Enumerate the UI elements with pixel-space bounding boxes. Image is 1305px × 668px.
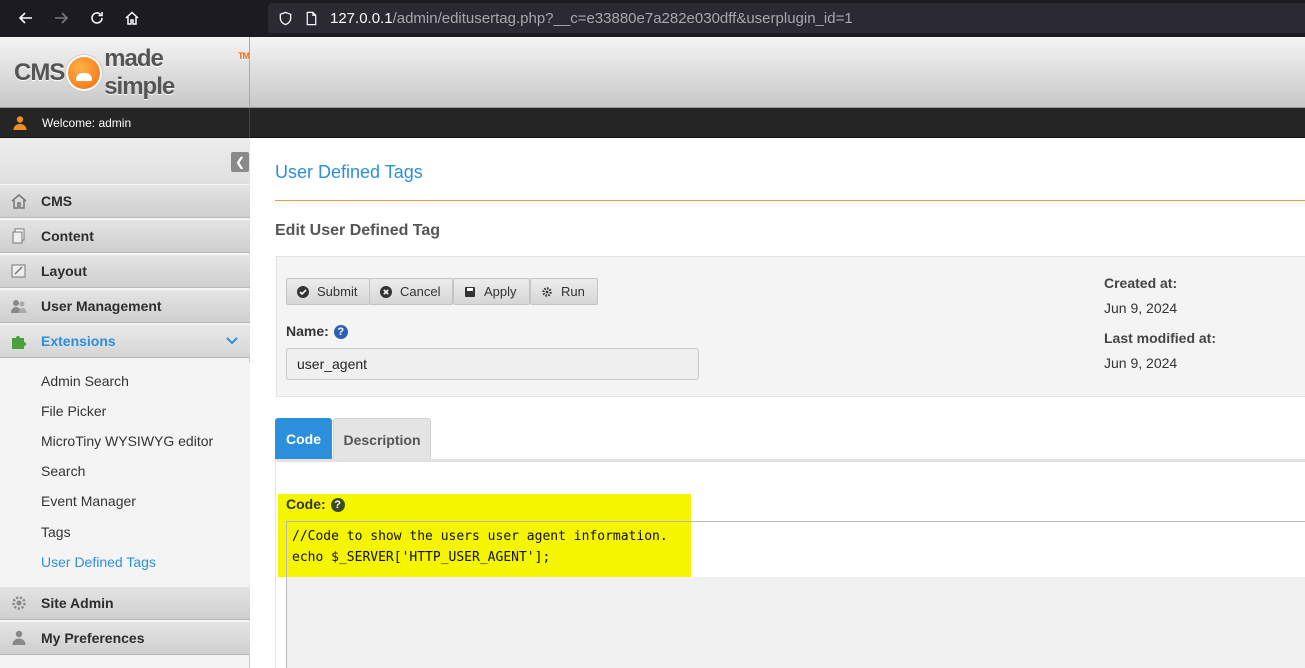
submenu-item-event-manager[interactable]: Event Manager (41, 493, 136, 509)
code-line-1[interactable]: //Code to show the users user agent info… (292, 529, 668, 544)
logo-trademark: TM (238, 50, 250, 61)
sidebar-item-label: Layout (41, 263, 87, 279)
sidebar-item-label: Extensions (41, 333, 116, 349)
sidebar-item-cms[interactable]: CMS (0, 184, 250, 218)
shield-icon[interactable] (276, 9, 294, 27)
close-circle-icon (380, 285, 392, 298)
main-content: User Defined Tags Edit User Defined Tag … (251, 138, 1305, 668)
sidebar-item-label: My Preferences (41, 630, 145, 646)
reload-icon[interactable] (79, 0, 115, 36)
edit-form-box: Submit Cancel Apply Run Name:? Created a… (276, 256, 1305, 397)
run-button[interactable]: Run (530, 278, 598, 305)
sidebar-item-layout[interactable]: Layout (0, 254, 250, 288)
sidebar-item-extensions[interactable]: Extensions (0, 324, 250, 358)
name-label: Name:? (286, 323, 348, 339)
extensions-submenu: Admin Search File Picker MicroTiny WYSIW… (0, 363, 250, 585)
admin-header: cms made simple TM (0, 37, 1305, 108)
name-input[interactable] (286, 348, 699, 380)
sidebar-item-content[interactable]: Content (0, 219, 250, 253)
sidebar: ❮ CMS Content Layout User Management Ext… (0, 138, 250, 668)
last-modified-value: Jun 9, 2024 (1104, 355, 1178, 371)
submenu-item-user-defined-tags[interactable]: User Defined Tags (41, 554, 156, 570)
puzzle-icon (10, 332, 28, 350)
layout-icon (10, 262, 28, 280)
back-icon[interactable] (8, 0, 44, 36)
cancel-button[interactable]: Cancel (369, 278, 454, 305)
apply-button[interactable]: Apply (453, 278, 530, 305)
sidebar-item-user-management[interactable]: User Management (0, 289, 250, 323)
forward-icon[interactable] (43, 0, 79, 36)
chevron-down-icon[interactable] (226, 335, 238, 347)
code-label: Code:? (286, 496, 345, 512)
submenu-item-search[interactable]: Search (41, 463, 85, 479)
sidebar-item-label: User Management (41, 298, 162, 314)
sidebar-item-label: CMS (41, 193, 73, 209)
sidebar-collapse-strip: ❮ (0, 138, 250, 184)
submit-button-label: Submit (317, 284, 358, 299)
logo-island-icon (66, 54, 103, 91)
collapse-sidebar-icon[interactable]: ❮ (231, 152, 249, 172)
created-at-value: Jun 9, 2024 (1104, 300, 1178, 316)
cancel-button-label: Cancel (400, 284, 441, 299)
sidebar-item-site-admin[interactable]: Site Admin (0, 586, 250, 620)
gear-icon (10, 594, 28, 612)
sidebar-item-label: Content (41, 228, 94, 244)
run-button-label: Run (561, 284, 585, 299)
sidebar-item-my-preferences[interactable]: My Preferences (0, 621, 250, 655)
submenu-item-microtiny[interactable]: MicroTiny WYSIWYG editor (41, 433, 213, 449)
home-icon (10, 192, 28, 210)
tab-code[interactable]: Code (275, 418, 332, 466)
users-icon (10, 297, 28, 315)
last-modified-label: Last modified at: (1104, 330, 1217, 346)
submenu-item-tags[interactable]: Tags (41, 524, 71, 540)
welcome-text: Welcome: admin (42, 116, 132, 130)
url-host: 127.0.0.1 (330, 9, 393, 27)
section-title: Edit User Defined Tag (275, 222, 441, 239)
url-path: /admin/editusertag.php?__c=e33880e7a282e… (392, 9, 853, 27)
save-icon (464, 286, 476, 298)
pages-icon (10, 227, 28, 245)
submenu-item-admin-search[interactable]: Admin Search (41, 373, 129, 389)
logo-text-right: made simple (104, 44, 175, 100)
person-icon (10, 629, 28, 647)
code-line-2[interactable]: echo $_SERVER['HTTP_USER_AGENT']; (292, 550, 550, 565)
home-icon[interactable] (114, 0, 150, 36)
browser-toolbar: 127.0.0.1/admin/editusertag.php?__c=e338… (0, 0, 1305, 37)
submit-button[interactable]: Submit (286, 278, 371, 305)
apply-button-label: Apply (484, 284, 517, 299)
address-bar[interactable]: 127.0.0.1/admin/editusertag.php?__c=e338… (268, 3, 1305, 33)
welcome-bar: Welcome: admin (0, 108, 1305, 138)
help-icon[interactable]: ? (333, 325, 348, 339)
name-label-text: Name: (286, 323, 329, 339)
submenu-item-file-picker[interactable]: File Picker (41, 403, 106, 419)
code-label-text: Code: (286, 496, 326, 512)
user-icon (13, 116, 27, 130)
cms-logo[interactable]: cms made simple TM (0, 37, 250, 108)
sidebar-item-label: Site Admin (41, 595, 114, 611)
help-icon[interactable]: ? (330, 498, 345, 512)
page-title: User Defined Tags (275, 162, 423, 182)
created-at-label: Created at: (1104, 275, 1178, 291)
title-divider (275, 200, 1305, 201)
gear-icon (541, 286, 553, 298)
tab-description[interactable]: Description (333, 418, 431, 460)
check-circle-icon (297, 285, 309, 298)
page-icon (302, 9, 320, 27)
url-text[interactable]: 127.0.0.1/admin/editusertag.php?__c=e338… (330, 10, 853, 27)
logo-text-left: cms (14, 58, 65, 86)
